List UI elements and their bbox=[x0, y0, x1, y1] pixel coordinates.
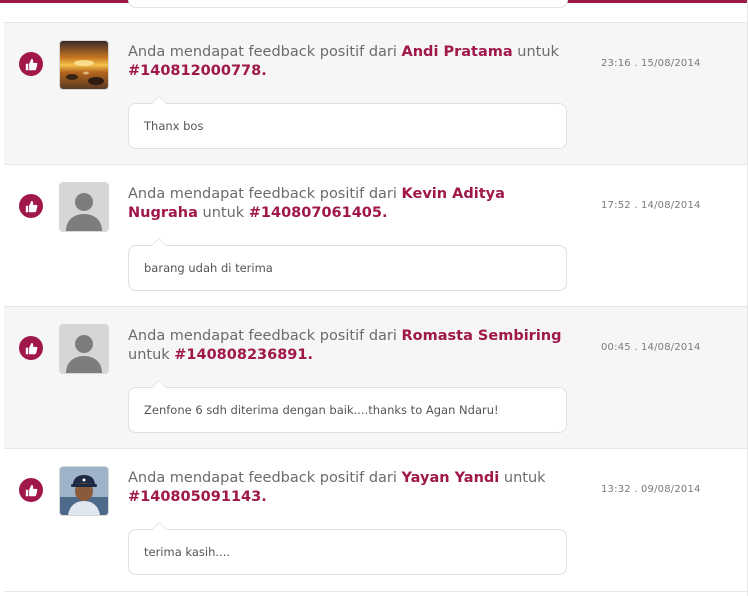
order-link[interactable]: #140808236891 bbox=[174, 347, 307, 363]
feedback-item: Anda mendapat feedback positif dari Roma… bbox=[4, 306, 748, 448]
user-link[interactable]: Andi Pratama bbox=[402, 44, 513, 60]
feedback-message: Anda mendapat feedback positif dari Kevi… bbox=[128, 185, 568, 223]
timestamp: 17:52 . 14/08/2014 bbox=[601, 200, 701, 211]
comment-bubble: barang udah di terima bbox=[128, 238, 567, 291]
feedback-message: Anda mendapat feedback positif dari Andi… bbox=[128, 43, 568, 81]
message-mid: untuk bbox=[503, 470, 546, 486]
feedback-message: Anda mendapat feedback positif dari Roma… bbox=[128, 327, 568, 365]
order-link[interactable]: #140805091143 bbox=[128, 489, 261, 505]
thumbs-up-icon bbox=[19, 194, 43, 218]
thumbs-up-icon bbox=[19, 478, 43, 502]
feedback-page: Anda mendapat feedback positif dari Andi… bbox=[0, 0, 748, 596]
message-mid: untuk bbox=[517, 44, 559, 60]
comment-bubble: Zenfone 6 sdh diterima dengan baik....th… bbox=[128, 380, 567, 433]
user-link[interactable]: Yayan Yandi bbox=[402, 470, 500, 486]
message-prefix: Anda mendapat feedback positif dari bbox=[128, 44, 397, 60]
previous-comment-bubble bbox=[128, 0, 568, 8]
thumbs-up-icon bbox=[19, 336, 43, 360]
message-prefix: Anda mendapat feedback positif dari bbox=[128, 328, 397, 344]
user-link[interactable]: Romasta Sembiring bbox=[402, 328, 562, 344]
message-prefix: Anda mendapat feedback positif dari bbox=[128, 470, 397, 486]
comment-bubble: Thanx bos bbox=[128, 96, 567, 149]
timestamp: 00:45 . 14/08/2014 bbox=[601, 342, 701, 353]
order-link[interactable]: #140812000778 bbox=[128, 63, 261, 79]
feedback-feed: Anda mendapat feedback positif dari Andi… bbox=[4, 22, 748, 592]
avatar[interactable] bbox=[59, 182, 109, 232]
message-prefix: Anda mendapat feedback positif dari bbox=[128, 186, 397, 202]
comment-bubble: terima kasih.... bbox=[128, 522, 567, 575]
avatar[interactable] bbox=[59, 40, 109, 90]
message-mid: untuk bbox=[128, 347, 170, 363]
order-link[interactable]: #140807061405 bbox=[249, 205, 382, 221]
avatar[interactable] bbox=[59, 466, 109, 516]
message-suffix: . bbox=[307, 347, 313, 363]
feedback-message: Anda mendapat feedback positif dari Yaya… bbox=[128, 469, 568, 507]
feedback-item: Anda mendapat feedback positif dari Andi… bbox=[4, 22, 748, 164]
message-mid: untuk bbox=[202, 205, 245, 221]
feedback-item: Anda mendapat feedback positif dari Kevi… bbox=[4, 164, 748, 306]
avatar[interactable] bbox=[59, 324, 109, 374]
message-suffix: . bbox=[261, 63, 267, 79]
timestamp: 13:32 . 09/08/2014 bbox=[601, 484, 701, 495]
feedback-item: Anda mendapat feedback positif dari Yaya… bbox=[4, 448, 748, 592]
message-suffix: . bbox=[261, 489, 267, 505]
message-suffix: . bbox=[381, 205, 388, 221]
thumbs-up-icon bbox=[19, 52, 43, 76]
timestamp: 23:16 . 15/08/2014 bbox=[601, 58, 701, 69]
